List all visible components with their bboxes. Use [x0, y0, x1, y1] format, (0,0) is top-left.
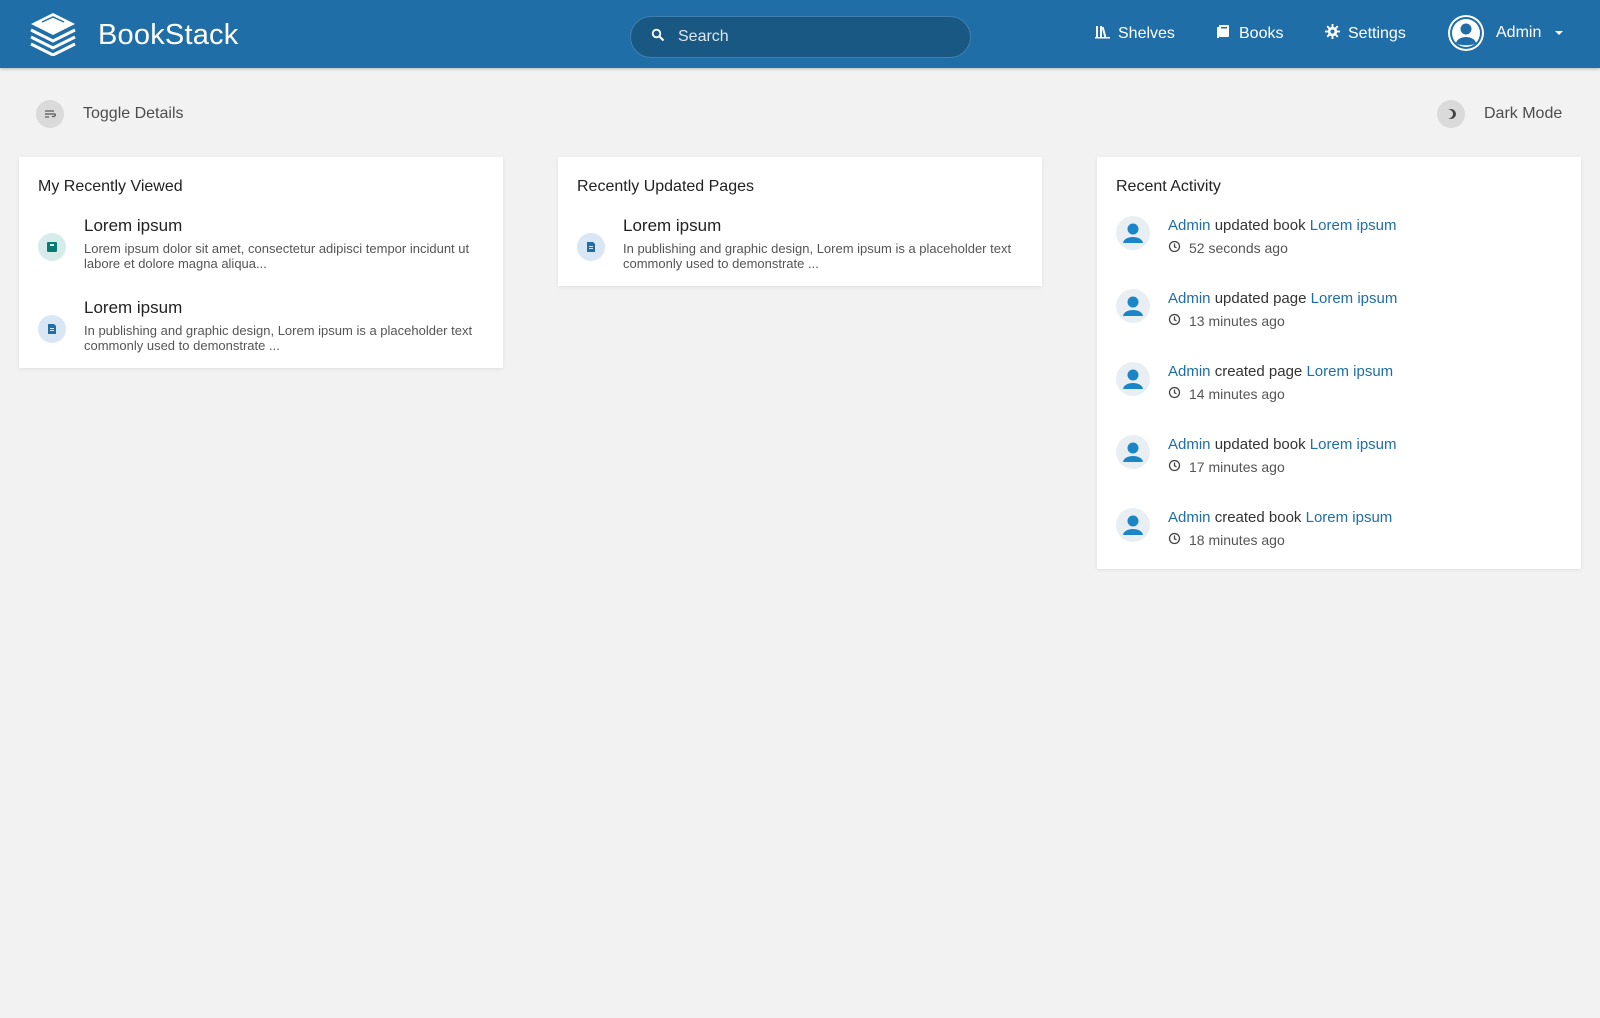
clock-icon — [1168, 459, 1189, 475]
activity-target-link[interactable]: Lorem ipsum — [1306, 509, 1393, 526]
activity-user-link[interactable]: Admin — [1168, 436, 1211, 453]
activity-item: Admin created book Lorem ipsum 18 minute… — [1116, 507, 1566, 553]
activity-time: 13 minutes ago — [1189, 313, 1285, 329]
recently-updated-pages-card: Recently Updated Pages Lorem ipsum In pu… — [558, 157, 1042, 286]
activity-target-link[interactable]: Lorem ipsum — [1310, 217, 1397, 234]
nav-shelves-link[interactable]: Shelves — [1095, 0, 1175, 68]
nav-settings-label: Settings — [1348, 25, 1406, 42]
nav-books-label: Books — [1239, 25, 1284, 42]
book-icon — [1216, 24, 1239, 44]
activity-time: 14 minutes ago — [1189, 386, 1285, 402]
nav-books-link[interactable]: Books — [1216, 0, 1283, 68]
entity-description: Lorem ipsum dolor sit amet, consectetur … — [84, 241, 470, 271]
app-name: BookStack — [98, 19, 239, 51]
card-title: My Recently Viewed — [38, 178, 183, 195]
toggle-details-label: Toggle Details — [83, 105, 184, 122]
entity-name: Lorem ipsum — [84, 298, 183, 317]
avatar[interactable] — [1116, 289, 1150, 323]
nav-settings-link[interactable]: Settings — [1325, 0, 1406, 68]
details-icon — [36, 100, 64, 128]
page-icon — [577, 233, 605, 261]
page-icon — [38, 315, 66, 343]
user-menu-toggle[interactable]: Admin — [1448, 15, 1564, 51]
avatar[interactable] — [1116, 508, 1150, 542]
activity-action: created book — [1214, 509, 1302, 526]
moon-icon — [1437, 100, 1465, 128]
avatar[interactable] — [1116, 362, 1150, 396]
clock-icon — [1168, 240, 1189, 256]
activity-action: updated book — [1214, 436, 1306, 453]
activity-item: Admin created page Lorem ipsum 14 minute… — [1116, 361, 1566, 407]
entity-name: Lorem ipsum — [623, 216, 722, 235]
dark-mode-label: Dark Mode — [1484, 105, 1563, 122]
search-icon — [651, 28, 665, 47]
activity-user-link[interactable]: Admin — [1168, 290, 1211, 307]
shelves-icon — [1095, 24, 1118, 44]
clock-icon — [1168, 532, 1189, 548]
activity-item: Admin updated book Lorem ipsum 52 second… — [1116, 215, 1566, 261]
entity-name: Lorem ipsum — [84, 216, 183, 235]
card-title: Recently Updated Pages — [577, 178, 754, 195]
recent-activity-card: Recent Activity Admin updated book Lorem… — [1097, 157, 1581, 569]
entity-description: In publishing and graphic design, Lorem … — [84, 323, 473, 353]
activity-time: 18 minutes ago — [1189, 532, 1285, 548]
book-icon — [38, 233, 66, 261]
bookstack-logo-icon — [28, 10, 78, 61]
activity-target-link[interactable]: Lorem ipsum — [1310, 436, 1397, 453]
activity-action: created page — [1214, 363, 1303, 380]
activity-user-link[interactable]: Admin — [1168, 363, 1211, 380]
search-input[interactable] — [678, 28, 938, 46]
entity-description: In publishing and graphic design, Lorem … — [623, 241, 1012, 271]
activity-time: 17 minutes ago — [1189, 459, 1285, 475]
top-header: BookStack Shelves Books Settings Admin — [0, 0, 1600, 68]
nav-shelves-label: Shelves — [1118, 25, 1175, 42]
avatar[interactable] — [1116, 216, 1150, 250]
recently-viewed-card: My Recently Viewed Lorem ipsum Lorem ips… — [19, 157, 503, 368]
activity-item: Admin updated book Lorem ipsum 17 minute… — [1116, 434, 1566, 480]
activity-user-link[interactable]: Admin — [1168, 217, 1211, 234]
activity-item: Admin updated page Lorem ipsum 13 minute… — [1116, 288, 1566, 334]
chevron-down-icon — [1555, 31, 1564, 35]
gear-icon — [1325, 24, 1348, 44]
dark-mode-button[interactable]: Dark Mode — [1437, 100, 1562, 128]
activity-target-link[interactable]: Lorem ipsum — [1311, 290, 1398, 307]
avatar — [1448, 15, 1484, 51]
search-bar[interactable] — [630, 16, 971, 58]
activity-action: updated book — [1214, 217, 1306, 234]
card-title: Recent Activity — [1116, 178, 1221, 195]
toggle-details-button[interactable]: Toggle Details — [36, 100, 184, 128]
activity-target-link[interactable]: Lorem ipsum — [1306, 363, 1393, 380]
app-logo-link[interactable]: BookStack — [28, 10, 238, 61]
clock-icon — [1168, 386, 1189, 402]
activity-user-link[interactable]: Admin — [1168, 509, 1211, 526]
clock-icon — [1168, 313, 1189, 329]
activity-time: 52 seconds ago — [1189, 240, 1288, 256]
avatar[interactable] — [1116, 435, 1150, 469]
activity-action: updated page — [1214, 290, 1307, 307]
user-name: Admin — [1496, 24, 1542, 41]
